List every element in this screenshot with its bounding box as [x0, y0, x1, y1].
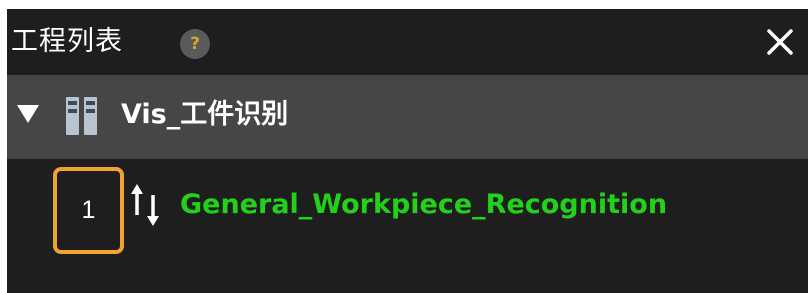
project-list-panel: 工程列表 ? Vis_工件识别 1 General_Workpiece_Reco…: [7, 9, 808, 293]
project-name: Vis_工件识别: [121, 99, 289, 130]
up-down-arrows-icon: [131, 184, 159, 226]
step-index: 1: [81, 196, 96, 224]
help-icon[interactable]: ?: [180, 29, 210, 59]
project-row[interactable]: Vis_工件识别: [7, 75, 808, 159]
help-glyph: ?: [190, 34, 200, 54]
step-name[interactable]: General_Workpiece_Recognition: [180, 187, 667, 223]
step-row[interactable]: 1 General_Workpiece_Recognition: [7, 159, 808, 257]
close-icon[interactable]: [763, 25, 797, 59]
panel-title: 工程列表: [11, 26, 123, 57]
step-index-highlight: 1: [53, 167, 124, 254]
project-columns-icon: [66, 97, 97, 135]
panel-titlebar: 工程列表 ?: [7, 9, 808, 75]
caret-down-icon[interactable]: [17, 105, 39, 123]
